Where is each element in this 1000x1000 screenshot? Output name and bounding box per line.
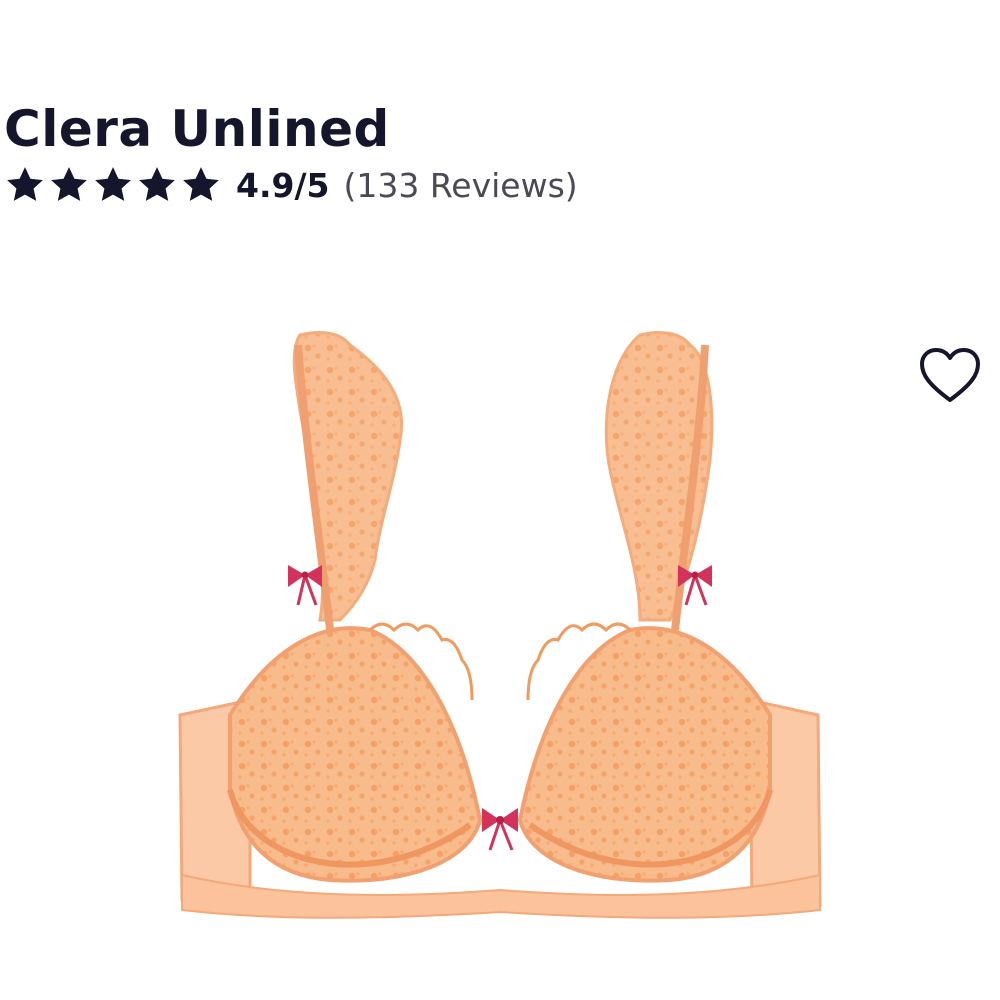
rating-summary[interactable]: 4.9/5 (133 Reviews) <box>4 160 578 210</box>
star-icon <box>136 164 178 206</box>
star-icon <box>180 164 222 206</box>
rating-score: 4.9/5 <box>236 165 330 205</box>
reviews-count-link[interactable]: (133 Reviews) <box>343 166 577 205</box>
wishlist-heart-icon[interactable] <box>918 346 982 406</box>
star-icon <box>92 164 134 206</box>
product-title: Clera Unlined <box>4 99 390 158</box>
star-rating <box>4 164 224 206</box>
star-icon <box>48 164 90 206</box>
product-image[interactable] <box>170 320 830 920</box>
star-icon <box>4 164 46 206</box>
